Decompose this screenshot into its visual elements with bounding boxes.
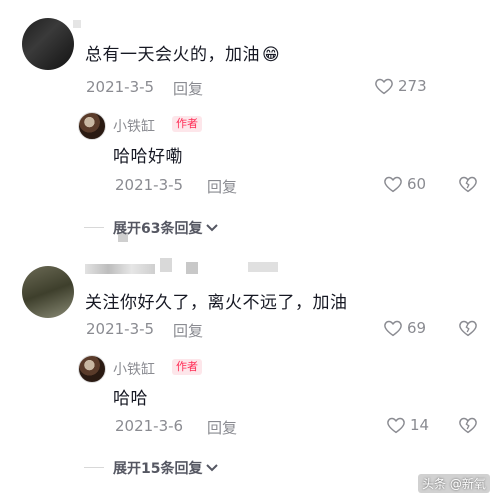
heart-outline-icon: [375, 78, 393, 95]
heart-outline-icon: [387, 417, 405, 434]
broken-heart-icon: [459, 320, 477, 337]
expand-replies-button[interactable]: 展开63条回复: [113, 218, 219, 238]
pixelated-mosaic: [186, 262, 198, 274]
reply-date: 2021-3-6: [115, 417, 184, 435]
chevron-down-icon: [206, 464, 219, 472]
pixelated-mosaic: [160, 258, 172, 272]
author-avatar[interactable]: [78, 112, 106, 140]
broken-heart-icon: [459, 417, 477, 434]
like-count: 14: [410, 416, 430, 434]
like-count: 69: [407, 319, 427, 337]
comment-date: 2021-3-5: [86, 78, 155, 96]
author-badge: 作者: [172, 116, 202, 132]
expand-replies-button[interactable]: 展开15条回复: [113, 458, 219, 478]
expand-label: 展开63条回复: [113, 221, 203, 237]
broken-heart-icon: [459, 176, 477, 193]
dislike-button[interactable]: [458, 319, 478, 337]
reply-text: 哈哈: [113, 389, 148, 409]
commenter-avatar[interactable]: [22, 18, 74, 70]
pixelated-mosaic: [248, 262, 278, 272]
divider: [84, 227, 104, 228]
grin-emoji: 😁: [262, 45, 281, 65]
reply-button[interactable]: 回复: [207, 176, 237, 197]
pixelated-mosaic: [73, 20, 81, 28]
heart-outline-icon: [384, 320, 402, 337]
like-button[interactable]: 273: [374, 77, 427, 95]
reply-button[interactable]: 回复: [173, 78, 203, 99]
author-avatar[interactable]: [78, 355, 106, 383]
expand-label: 展开15条回复: [113, 461, 203, 477]
dislike-button[interactable]: [458, 416, 478, 434]
reply-date: 2021-3-5: [115, 176, 184, 194]
commenter-avatar[interactable]: [22, 266, 74, 318]
comment-text: 总有一天会火的，加油 😁: [85, 45, 281, 65]
comment-date: 2021-3-5: [86, 320, 155, 338]
author-name[interactable]: 小铁缸: [113, 116, 155, 136]
dislike-button[interactable]: [458, 175, 478, 193]
watermark: 头条 @新氧: [418, 474, 490, 493]
like-button[interactable]: 69: [383, 319, 426, 337]
divider: [84, 467, 104, 468]
like-button[interactable]: 14: [386, 416, 429, 434]
reply-button[interactable]: 回复: [207, 417, 237, 438]
reply-text: 哈哈好嘞: [113, 147, 183, 167]
author-name[interactable]: 小铁缸: [113, 359, 155, 379]
chevron-down-icon: [206, 224, 219, 232]
like-count: 273: [398, 77, 427, 95]
heart-outline-icon: [384, 176, 402, 193]
author-badge: 作者: [172, 359, 202, 375]
like-count: 60: [407, 175, 427, 193]
reply-button[interactable]: 回复: [173, 320, 203, 341]
like-button[interactable]: 60: [383, 175, 426, 193]
pixelated-mosaic: [85, 264, 155, 274]
comment-text: 关注你好久了，离火不远了，加油: [85, 293, 348, 313]
